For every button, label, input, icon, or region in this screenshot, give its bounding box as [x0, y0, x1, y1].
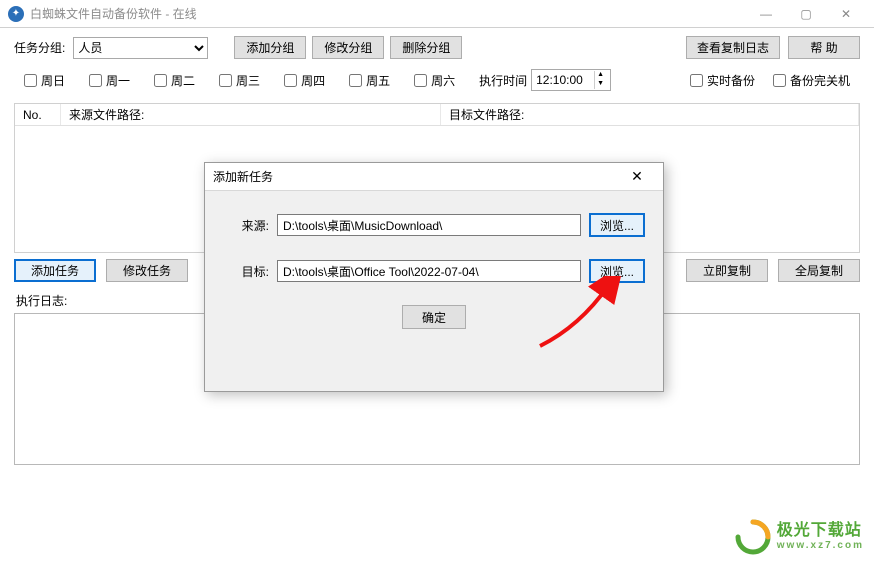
- watermark-site: 极光下载站: [777, 522, 864, 540]
- time-up-icon[interactable]: ▲: [594, 71, 606, 80]
- exec-time-input[interactable]: 12:10:00 ▲ ▼: [531, 69, 611, 91]
- source-browse-button[interactable]: 浏览...: [589, 213, 645, 237]
- add-group-button[interactable]: 添加分组: [234, 36, 306, 59]
- global-copy-button[interactable]: 全局复制: [778, 259, 860, 282]
- col-target[interactable]: 目标文件路径:: [441, 104, 859, 125]
- target-browse-button[interactable]: 浏览...: [589, 259, 645, 283]
- window-title: 白蜘蛛文件自动备份软件 - 在线: [30, 5, 197, 22]
- dialog-title: 添加新任务: [213, 168, 273, 185]
- day-fri-label: 周五: [366, 72, 390, 89]
- day-thu[interactable]: 周四: [284, 72, 325, 89]
- day-mon-label: 周一: [106, 72, 130, 89]
- task-list-header: No. 来源文件路径: 目标文件路径:: [15, 104, 859, 126]
- day-thu-label: 周四: [301, 72, 325, 89]
- app-icon: ✦: [8, 6, 24, 22]
- add-task-button[interactable]: 添加任务: [14, 259, 96, 282]
- col-source[interactable]: 来源文件路径:: [61, 104, 441, 125]
- day-tue[interactable]: 周二: [154, 72, 195, 89]
- day-wed[interactable]: 周三: [219, 72, 260, 89]
- group-label: 任务分组:: [14, 39, 65, 56]
- maximize-button[interactable]: ▢: [786, 0, 826, 28]
- minimize-button[interactable]: —: [746, 0, 786, 28]
- col-no[interactable]: No.: [15, 104, 61, 125]
- immediate-copy-button[interactable]: 立即复制: [686, 259, 768, 282]
- day-tue-label: 周二: [171, 72, 195, 89]
- toolbar: 任务分组: 人员 添加分组 修改分组 删除分组 查看复制日志 帮 助: [0, 28, 874, 63]
- group-select[interactable]: 人员: [73, 37, 208, 59]
- day-sun[interactable]: 周日: [24, 72, 65, 89]
- day-mon[interactable]: 周一: [89, 72, 130, 89]
- dialog-close-button[interactable]: ✕: [619, 165, 655, 189]
- exec-time-value: 12:10:00: [536, 73, 583, 87]
- shutdown-after-check[interactable]: 备份完关机: [773, 72, 850, 89]
- realtime-backup-label: 实时备份: [707, 72, 755, 89]
- close-button[interactable]: ✕: [826, 0, 866, 28]
- watermark: 极光下载站 www.xz7.com: [735, 519, 864, 555]
- edit-task-button[interactable]: 修改任务: [106, 259, 188, 282]
- shutdown-after-label: 备份完关机: [790, 72, 850, 89]
- watermark-logo-icon: [735, 519, 771, 555]
- delete-group-button[interactable]: 删除分组: [390, 36, 462, 59]
- watermark-url: www.xz7.com: [777, 540, 864, 552]
- view-log-button[interactable]: 查看复制日志: [686, 36, 780, 59]
- help-button[interactable]: 帮 助: [788, 36, 860, 59]
- day-sun-label: 周日: [41, 72, 65, 89]
- day-sat-label: 周六: [431, 72, 455, 89]
- day-fri[interactable]: 周五: [349, 72, 390, 89]
- exec-time-label: 执行时间: [479, 72, 527, 89]
- dialog-titlebar: 添加新任务 ✕: [205, 163, 663, 191]
- add-task-dialog: 添加新任务 ✕ 来源: 浏览... 目标: 浏览... 确定: [204, 162, 664, 392]
- target-input[interactable]: [277, 260, 581, 282]
- main-titlebar: ✦ 白蜘蛛文件自动备份软件 - 在线 — ▢ ✕: [0, 0, 874, 28]
- source-input[interactable]: [277, 214, 581, 236]
- edit-group-button[interactable]: 修改分组: [312, 36, 384, 59]
- day-sat[interactable]: 周六: [414, 72, 455, 89]
- target-label: 目标:: [223, 263, 269, 280]
- days-row: 周日 周一 周二 周三 周四 周五 周六 执行时间 12:10:00 ▲ ▼ 实…: [0, 63, 874, 97]
- source-label: 来源:: [223, 217, 269, 234]
- realtime-backup-check[interactable]: 实时备份: [690, 72, 755, 89]
- dialog-ok-button[interactable]: 确定: [402, 305, 466, 329]
- day-wed-label: 周三: [236, 72, 260, 89]
- time-down-icon[interactable]: ▼: [594, 80, 606, 89]
